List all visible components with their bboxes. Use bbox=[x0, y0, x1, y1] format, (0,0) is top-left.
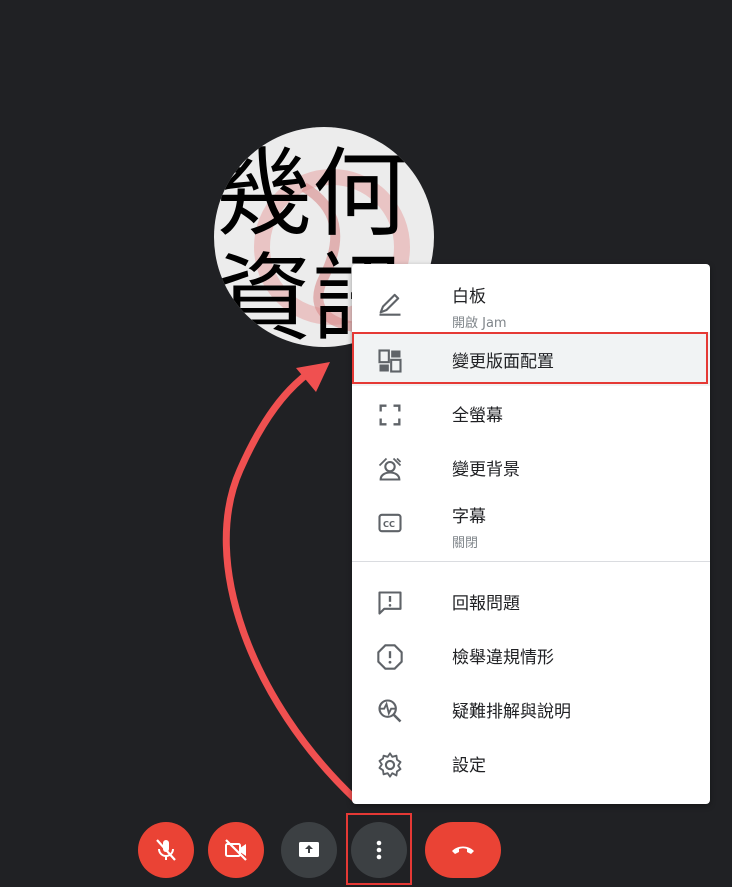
menu-item-troubleshoot[interactable]: 疑難排解與說明 bbox=[352, 682, 710, 736]
menu-item-label: 全螢幕 bbox=[452, 406, 503, 426]
menu-item-fullscreen[interactable]: 全螢幕 bbox=[352, 386, 710, 440]
svg-text:幾何: 幾何 bbox=[216, 138, 408, 250]
gear-icon bbox=[378, 752, 402, 778]
troubleshoot-icon bbox=[378, 699, 402, 723]
hangup-icon bbox=[452, 846, 474, 854]
menu-item-label: 設定 bbox=[452, 756, 486, 776]
menu-item-label: 變更背景 bbox=[452, 460, 520, 480]
mic-off-icon bbox=[156, 839, 176, 861]
menu-item-captions[interactable]: CC 字幕 關閉 bbox=[352, 494, 710, 558]
menu-item-sublabel: 關閉 bbox=[452, 536, 479, 551]
camera-off-icon bbox=[225, 839, 247, 861]
more-vert-icon bbox=[376, 840, 382, 860]
pencil-icon bbox=[379, 293, 401, 316]
menu-item-label: 字幕 bbox=[452, 507, 486, 527]
menu-item-label: 回報問題 bbox=[452, 594, 520, 614]
svg-text:CC: CC bbox=[383, 519, 395, 529]
camera-toggle-button[interactable] bbox=[208, 822, 264, 878]
menu-item-report-problem[interactable]: 回報問題 bbox=[352, 574, 710, 628]
report-icon bbox=[377, 644, 403, 670]
more-options-button[interactable] bbox=[351, 822, 407, 878]
leave-call-button[interactable] bbox=[425, 822, 501, 878]
menu-item-settings[interactable]: 設定 bbox=[352, 736, 710, 790]
menu-item-label: 檢舉違規情形 bbox=[452, 648, 554, 668]
highlight-box-change-layout bbox=[352, 332, 708, 384]
menu-item-sublabel: 開啟 Jam bbox=[452, 316, 507, 331]
mic-toggle-button[interactable] bbox=[138, 822, 194, 878]
present-screen-button[interactable] bbox=[281, 822, 337, 878]
menu-item-label: 白板 bbox=[452, 287, 486, 307]
background-icon bbox=[378, 457, 402, 481]
menu-item-report-abuse[interactable]: 檢舉違規情形 bbox=[352, 628, 710, 682]
present-screen-icon bbox=[299, 842, 319, 857]
menu-item-change-background[interactable]: 變更背景 bbox=[352, 440, 710, 494]
feedback-icon bbox=[378, 591, 402, 615]
menu-divider bbox=[352, 561, 710, 562]
menu-item-label: 疑難排解與說明 bbox=[452, 702, 571, 722]
menu-item-whiteboard[interactable]: 白板 開啟 Jam bbox=[352, 274, 710, 338]
fullscreen-icon bbox=[379, 404, 401, 426]
closed-caption-icon: CC bbox=[378, 513, 402, 533]
